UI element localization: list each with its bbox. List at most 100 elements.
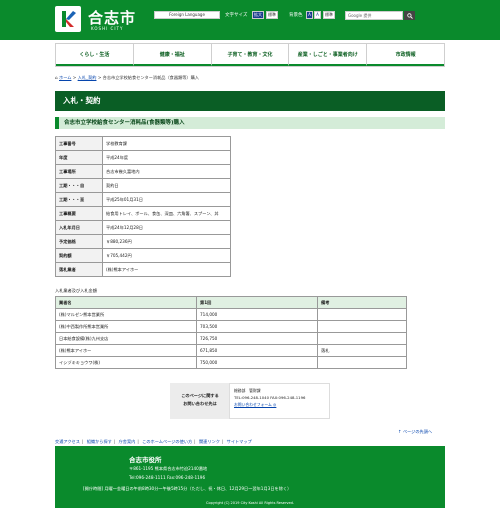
- info-key: 工期・・・至: [55, 192, 103, 207]
- info-value: ￥705,442円: [102, 248, 231, 263]
- column-header: 備考: [317, 296, 407, 309]
- info-key: 入札年月日: [55, 220, 103, 235]
- site-footer: 合志市役所 〒861-1195 熊本県合志市竹迫2140番地 Tel:096-2…: [55, 446, 445, 508]
- bid-remark: [317, 308, 407, 321]
- bid-remark: 落札: [317, 344, 407, 357]
- footer-link-building-guide[interactable]: 庁舎案内: [119, 439, 136, 444]
- footer-title: 合志市役所: [129, 456, 162, 464]
- contact-label: このページに関する お問い合わせ先は: [174, 392, 226, 408]
- global-nav: くらし・生活 健康・福祉 子育て・教育・文化 産業・しごと・事業者向け 市政情報: [55, 43, 445, 67]
- footer-link-sitemap[interactable]: サイトマップ: [227, 439, 252, 444]
- bid-amount: 750,000: [196, 356, 318, 369]
- page-title: 入札・契約: [55, 91, 445, 111]
- info-value: 平成25年01月31日: [102, 192, 231, 207]
- info-value: 平成24年度: [102, 150, 231, 165]
- contact-box: このページに関する お問い合わせ先は 総務部 管財課 TEL:096-248-1…: [170, 383, 330, 419]
- table-row: (株)熊本アイホー 671,850 落札: [55, 344, 407, 357]
- table-row: 年度 平成24年度: [55, 150, 231, 165]
- contact-label-line: このページに関する: [181, 393, 219, 398]
- table-row: 工事番号 学校教育課: [55, 136, 231, 151]
- contract-info-table: 工事番号 学校教育課 年度 平成24年度 工事場所 合志市幾久富地内 工期・・・自 契約…: [55, 136, 231, 277]
- breadcrumb-current: 合志市立学校給食センター消耗品（食器類等）購入: [102, 75, 199, 80]
- city-emblem-logo[interactable]: [55, 6, 81, 32]
- footer-link-access[interactable]: 交通アクセス: [55, 439, 80, 444]
- site-name[interactable]: 合志市: [88, 7, 136, 28]
- info-value: 合志市幾久富地内: [102, 164, 231, 179]
- footer-link-howto[interactable]: このホームページの使い方: [142, 439, 192, 444]
- text-size-label: 文字サイズ: [225, 13, 248, 18]
- contact-department: 総務部 管財課: [234, 388, 261, 393]
- info-value: 契約日: [102, 178, 231, 193]
- footer-address: 〒861-1195 熊本県合志市竹迫2140番地: [129, 466, 208, 471]
- nav-item-child-education-culture[interactable]: 子育て・教育・文化: [211, 44, 290, 66]
- info-value: 学校教育課: [102, 136, 231, 151]
- bidder-name: イシヅキキョウワ(株): [55, 356, 197, 369]
- bid-remark: [317, 332, 407, 345]
- breadcrumb-level1-link[interactable]: 入札_契約: [78, 75, 97, 80]
- info-key: 年度: [55, 150, 103, 165]
- table-row: 工期・・・至 平成25年01月31日: [55, 192, 231, 207]
- breadcrumb: ⌂ ホーム > 入札_契約 > 合志市立学校給食センター消耗品（食器類等）購入: [55, 75, 199, 81]
- separator: |: [137, 439, 139, 444]
- contact-phone: TEL:096-248-1040 FAX:096-248-1196: [234, 395, 306, 400]
- table-row: (株)マルゼン熊本営業所 714,000: [55, 308, 407, 321]
- footer-copyright: Copyright (C) 2019 City Koshi All Rights…: [206, 501, 294, 505]
- bg-color-standard-button[interactable]: 標準: [323, 11, 335, 19]
- info-key: 落札業者: [55, 262, 103, 277]
- bg-color-blue-button[interactable]: A: [306, 11, 313, 19]
- bidder-name: (株)熊本アイホー: [55, 344, 197, 357]
- info-key: 予定価格: [55, 234, 103, 249]
- table-row: イシヅキキョウワ(株) 750,000: [55, 356, 407, 369]
- foreign-language-button[interactable]: Foreign Language: [154, 11, 220, 19]
- search-input[interactable]: Google 提供: [345, 11, 403, 20]
- info-key: 工事場所: [55, 164, 103, 179]
- text-size-large-button[interactable]: 拡大: [252, 11, 264, 19]
- bid-remark: [317, 320, 407, 333]
- nav-item-health-welfare[interactable]: 健康・福祉: [133, 44, 212, 66]
- table-row: 落札業者 (株)熊本アイホー: [55, 262, 231, 277]
- city-emblem-icon: [62, 11, 76, 27]
- breadcrumb-home-link[interactable]: ホーム: [59, 75, 71, 80]
- bidder-name: (株)マルゼン熊本営業所: [55, 308, 197, 321]
- bg-color-label: 背景色: [289, 13, 303, 18]
- bid-amount: 714,000: [196, 308, 318, 321]
- separator: |: [194, 439, 196, 444]
- nav-item-industry-business[interactable]: 産業・しごと・事業者向け: [289, 44, 368, 66]
- footer-links: 交通アクセス | 組織から探す | 庁舎案内 | このホームページの使い方 | 関連リン…: [55, 439, 252, 445]
- column-header: 業者名: [55, 296, 197, 309]
- bid-amount: 671,850: [196, 344, 318, 357]
- table-row: 工事概要 給食用トレイ、ボール、食缶、深皿、六角箸、スプーン、丼: [55, 206, 231, 221]
- separator: |: [221, 439, 224, 444]
- footer-phone: Tel:096-248-1111 Fax:096-248-1196: [129, 475, 206, 480]
- nav-item-city-info[interactable]: 市政情報: [367, 44, 444, 66]
- separator: |: [113, 439, 116, 444]
- table-row: 工事場所 合志市幾久富地内: [55, 164, 231, 179]
- table-row: 工期・・・自 契約日: [55, 178, 231, 193]
- search-button[interactable]: [404, 11, 415, 20]
- bidder-name: 日本給食設備(株)九州支店: [55, 332, 197, 345]
- contact-label-line: お問い合わせ先は: [183, 401, 217, 406]
- site-header: 合志市 KOSHI CITY Foreign Language 文字サイズ 拡大…: [0, 0, 500, 40]
- bid-amount: 703,500: [196, 320, 318, 333]
- info-key: 契約額: [55, 248, 103, 263]
- footer-link-organization[interactable]: 組織から探す: [87, 439, 112, 444]
- site-name-english: KOSHI CITY: [91, 26, 124, 31]
- bids-table: 業者名 第1回 備考 (株)マルゼン熊本営業所 714,000 (株)中西製作所…: [55, 296, 407, 369]
- footer-link-related[interactable]: 関連リンク: [199, 439, 220, 444]
- bg-color-white-button[interactable]: A: [314, 11, 321, 19]
- nav-item-life[interactable]: くらし・生活: [56, 44, 134, 66]
- bids-caption: 入札業者及び入札金額: [55, 288, 97, 293]
- table-row: 入札年月日 平成24年12月28日: [55, 220, 231, 235]
- bid-amount: 726,750: [196, 332, 318, 345]
- table-header-row: 業者名 第1回 備考: [55, 296, 407, 309]
- page-top-link[interactable]: ↑ ページの先頭へ: [398, 429, 432, 435]
- separator: |: [81, 439, 84, 444]
- table-row: 予定価格 ￥880,236円: [55, 234, 231, 249]
- column-header: 第1回: [196, 296, 318, 309]
- info-value: (株)熊本アイホー: [102, 262, 231, 277]
- text-size-standard-button[interactable]: 標準: [266, 11, 278, 19]
- bidder-name: (株)中西製作所熊本営業所: [55, 320, 197, 333]
- section-title: 合志市立学校給食センター消耗品(食器類等)購入: [55, 117, 445, 129]
- info-key: 工事番号: [55, 136, 103, 151]
- contact-form-link[interactable]: お問い合わせフォーム ◎: [234, 402, 276, 407]
